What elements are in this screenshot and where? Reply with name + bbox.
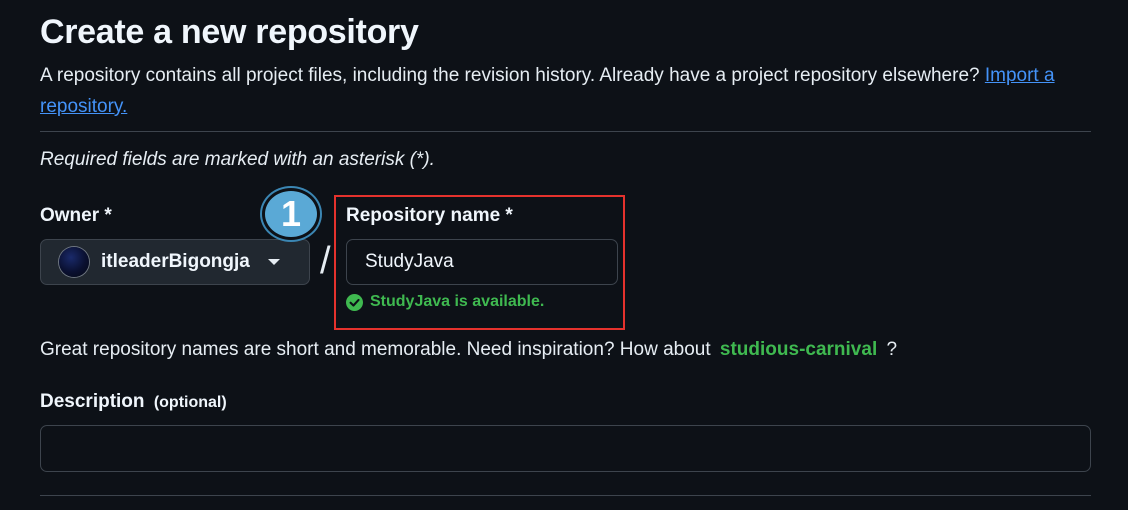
- repository-name-label: Repository name *: [346, 205, 513, 226]
- availability-text: StudyJava is available.: [370, 293, 545, 310]
- caret-down-icon: [267, 259, 280, 265]
- check-circle-icon: [346, 293, 363, 311]
- owner-repo-separator: /: [320, 240, 331, 282]
- optional-tag: (optional): [153, 394, 227, 411]
- create-repository-page: Create a new repository A repository con…: [0, 0, 1128, 510]
- owner-name: itleaderBigongja: [101, 251, 250, 272]
- description-label: Description (optional): [40, 391, 227, 413]
- availability-status: StudyJava is available.: [346, 293, 544, 311]
- description-label-text: Description: [40, 391, 145, 412]
- step-number-badge: 1: [262, 188, 320, 240]
- owner-label: Owner *: [40, 205, 112, 226]
- owner-avatar: [59, 247, 89, 277]
- owner-dropdown[interactable]: itleaderBigongja: [40, 239, 310, 285]
- page-title: Create a new repository: [40, 13, 419, 51]
- bottom-divider: [40, 495, 1091, 496]
- hint-end: ?: [886, 339, 898, 360]
- intro-text: A repository contains all project files,…: [40, 60, 1080, 122]
- name-hint: Great repository names are short and mem…: [40, 339, 897, 361]
- hint-text: Great repository names are short and mem…: [40, 339, 711, 360]
- required-fields-note: Required fields are marked with an aster…: [40, 149, 435, 170]
- repository-name-input[interactable]: [346, 239, 618, 285]
- suggested-name-link[interactable]: studious-carnival: [720, 339, 877, 360]
- top-divider: [40, 131, 1091, 132]
- intro-description: A repository contains all project files,…: [40, 65, 980, 86]
- description-input[interactable]: [40, 425, 1091, 472]
